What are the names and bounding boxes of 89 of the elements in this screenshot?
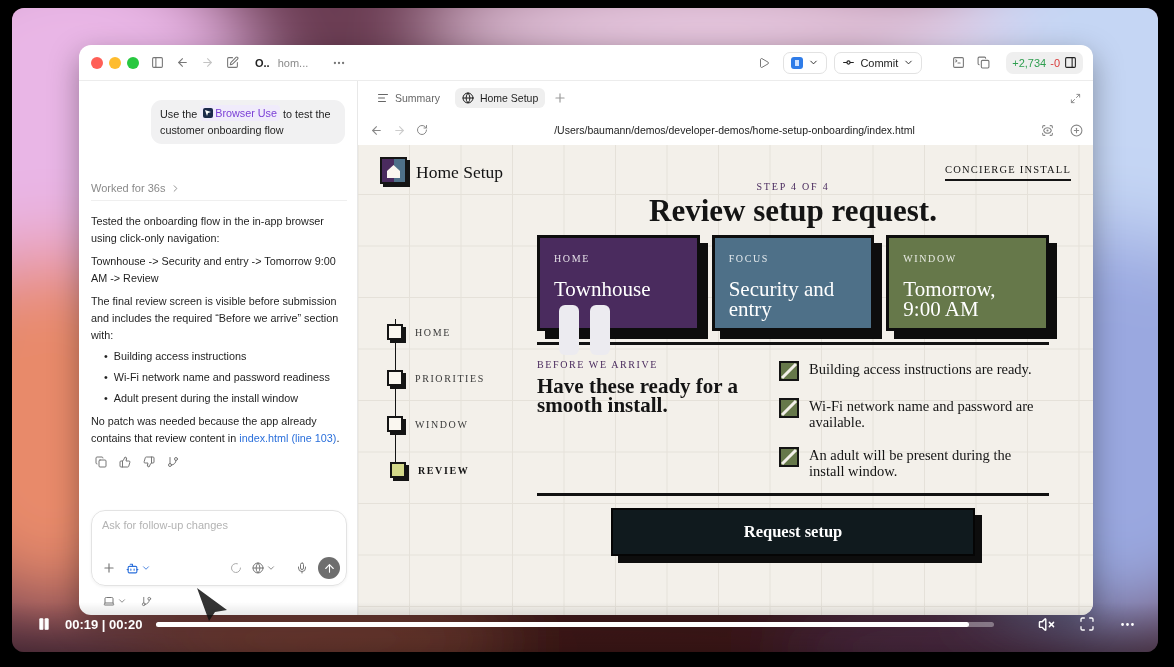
page-title: Review setup request. (648, 195, 938, 227)
card-label: FOCUS (728, 253, 770, 264)
house-logo-icon (380, 157, 410, 187)
card-label: HOME (554, 253, 591, 264)
user-message: Use the Browser Use to test the customer onboarding flow (151, 100, 345, 144)
chevron-icon[interactable] (266, 563, 276, 573)
compose-icon[interactable] (226, 56, 239, 69)
checklist-text: Building access instructions are ready. (809, 361, 1032, 377)
response-paragraph: Townhouse -> Security and entry -> Tomorrow 9:00 AM -> Review (91, 254, 337, 286)
response-paragraph: The final review screen is visible before submission and includes the required “Before we arrive” section with: (91, 294, 340, 343)
commit-button[interactable]: Commit (834, 51, 923, 74)
card-value: Tomorrow, 9:00 AM (903, 279, 997, 319)
playback-time: 00:19 | 00:20 (65, 616, 143, 632)
fullscreen-icon[interactable] (1079, 616, 1095, 632)
back-arrow-icon[interactable] (176, 56, 189, 69)
add-icon[interactable] (1070, 123, 1083, 137)
step-label[interactable]: WINDOW (415, 418, 469, 430)
bullet-item: Wi-Fi network name and password readiness (113, 370, 330, 385)
reload-icon[interactable] (416, 124, 428, 136)
url-field[interactable]: /Users/baumann/demos/developer-demos/home-setup-onboarding/index.html (438, 124, 1031, 136)
branch-icon[interactable] (167, 456, 179, 468)
lines-added: +2,734 (1012, 56, 1047, 69)
step-marker[interactable] (387, 416, 403, 432)
pointer-icon (203, 108, 214, 118)
brand-name: Home Setup (416, 161, 503, 183)
bot-icon[interactable] (126, 561, 139, 575)
section-label: BEFORE WE ARRIVE (537, 359, 659, 370)
browser-tab[interactable]: Summary (370, 88, 447, 108)
step-label[interactable]: PRIORITIES (415, 372, 485, 384)
bullet-item: Building access instructions (113, 349, 247, 364)
pause-overlay-icon[interactable] (559, 305, 611, 355)
card-value: Security and entry (728, 279, 836, 319)
concierge-link[interactable]: CONCIERGE INSTALL (945, 157, 1071, 181)
app-icon (791, 56, 804, 69)
arrow-up-icon (322, 561, 336, 575)
back-icon[interactable] (370, 123, 383, 137)
bullet-marker: • (104, 370, 108, 385)
step-marker[interactable] (390, 462, 406, 478)
section-title: Have these ready for a smooth install. (537, 377, 740, 415)
card-label: WINDOW (903, 253, 958, 264)
bullet-item: Adult present during the install window (113, 391, 299, 406)
checklist-text: An adult will be present during the install window. (809, 447, 1013, 479)
checkbox[interactable] (779, 361, 799, 381)
lines-icon (377, 92, 389, 104)
step-label[interactable]: HOME (415, 326, 451, 338)
app-picker[interactable] (783, 51, 828, 74)
checklist-text: Wi-Fi network name and password are available. (809, 398, 1035, 430)
mute-icon[interactable] (1038, 615, 1055, 633)
bullet-marker: • (104, 391, 108, 406)
play-icon[interactable] (757, 56, 770, 69)
scan-icon[interactable] (1041, 123, 1054, 137)
response-paragraph: Tested the onboarding flow in the in-app browser using click-only navigation: (91, 214, 325, 246)
checkbox[interactable] (779, 398, 799, 418)
thread-title: O.. (255, 56, 270, 69)
card-value: Townhouse (554, 279, 652, 299)
close-button[interactable] (91, 56, 103, 69)
checkbox[interactable] (779, 447, 799, 467)
browser-use-chip[interactable]: Browser Use (200, 105, 281, 121)
terminal-icon[interactable] (952, 56, 966, 69)
worked-duration[interactable]: Worked for 36s (91, 182, 347, 201)
plus-icon[interactable] (102, 561, 116, 575)
step-indicator: STEP 4 OF 4 (755, 181, 831, 192)
chevron-icon[interactable] (141, 563, 151, 573)
globe-icon[interactable] (252, 562, 264, 574)
pause-icon[interactable] (37, 617, 51, 631)
send-button[interactable] (318, 557, 340, 579)
sidebar-icon[interactable] (151, 56, 164, 69)
expand-icon[interactable] (1070, 92, 1081, 104)
mic-icon[interactable] (296, 562, 308, 574)
composer[interactable]: Ask for follow-up changes (91, 510, 347, 586)
branch-icon[interactable] (141, 595, 152, 607)
copy-icon[interactable] (95, 456, 107, 468)
thumbs-down-icon[interactable] (143, 456, 155, 468)
thumbs-up-icon[interactable] (119, 456, 131, 468)
browser-tab[interactable]: Home Setup (454, 88, 546, 108)
diff-badge[interactable]: +2,734 -0 (1006, 51, 1083, 74)
response-paragraph: No patch was needed because the app already contains that review content in index.html (line 103). (91, 414, 341, 446)
panel-icon (1064, 56, 1077, 69)
step-marker[interactable] (387, 370, 403, 386)
spinner-icon (230, 562, 242, 574)
step-marker[interactable] (387, 324, 403, 340)
step-label[interactable]: REVIEW (418, 464, 470, 476)
bullet-marker: • (104, 349, 108, 364)
project-name: hom... (277, 56, 309, 69)
windows-icon[interactable] (977, 56, 991, 69)
chevron-icon[interactable] (117, 596, 127, 606)
laptop-icon[interactable] (103, 595, 115, 607)
globe-icon (461, 92, 474, 104)
lines-removed: -0 (1050, 56, 1060, 69)
